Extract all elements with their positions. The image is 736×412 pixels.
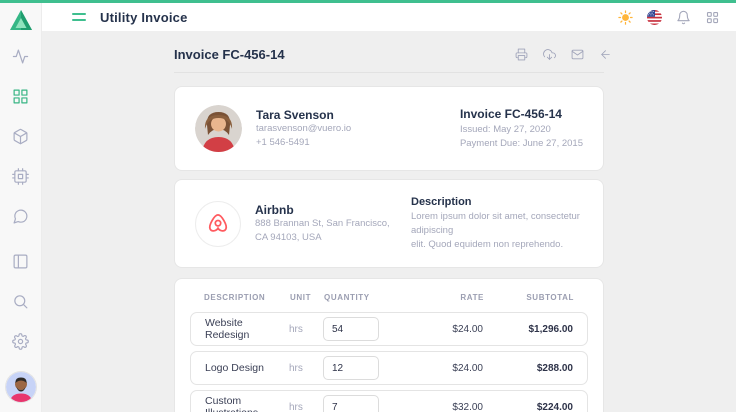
company-address-line1: 888 Brannan St, San Francisco, — [255, 217, 390, 231]
line-items-card: DESCRIPTION UNIT QUANTITY RATE SUBTOTAL … — [174, 278, 604, 412]
customer-name: Tara Svenson — [256, 108, 351, 122]
company-name: Airbnb — [255, 203, 390, 217]
mail-icon[interactable] — [571, 48, 584, 61]
item-unit: hrs — [289, 363, 323, 374]
top-accent-line — [0, 0, 736, 3]
item-subtotal: $224.00 — [483, 402, 573, 412]
us-flag-icon[interactable] — [646, 9, 662, 25]
topbar: Utility Invoice — [42, 3, 736, 31]
search-icon[interactable] — [12, 292, 30, 310]
col-header-unit: UNIT — [290, 293, 324, 302]
table-row: Custom Illustrations hrs $32.00 $224.00 — [190, 390, 588, 412]
customer-email: tarasvenson@vuero.io — [256, 122, 351, 136]
sidebar-top-group — [12, 47, 30, 225]
quantity-input[interactable] — [323, 356, 379, 380]
activity-icon[interactable] — [12, 47, 30, 65]
printer-icon[interactable] — [515, 48, 528, 61]
cpu-icon[interactable] — [12, 167, 30, 185]
cloud-download-icon[interactable] — [543, 48, 556, 61]
invoice-title: Invoice FC-456-14 — [174, 47, 285, 62]
item-unit: hrs — [289, 324, 323, 335]
dashboard-grid-icon[interactable] — [12, 87, 30, 105]
arrow-left-icon[interactable] — [599, 48, 612, 61]
invoice-page-header: Invoice FC-456-14 — [174, 41, 604, 73]
panel-icon[interactable] — [12, 252, 30, 270]
sun-icon[interactable] — [617, 9, 633, 25]
company-card: Airbnb 888 Brannan St, San Francisco, CA… — [174, 179, 604, 268]
topbar-actions — [617, 9, 720, 25]
item-rate: $24.00 — [413, 363, 483, 374]
item-rate: $32.00 — [413, 402, 483, 412]
item-description: Custom Illustrations — [205, 395, 289, 412]
bell-icon[interactable] — [675, 9, 691, 25]
chat-icon[interactable] — [12, 207, 30, 225]
sidebar — [0, 3, 42, 412]
col-header-quantity: QUANTITY — [324, 293, 414, 302]
page-title: Utility Invoice — [100, 10, 188, 25]
item-subtotal: $288.00 — [483, 363, 573, 374]
company-address-line2: CA 94103, USA — [255, 231, 390, 245]
description-line2: elit. Quod equidem non reprehendo. — [411, 238, 583, 252]
apps-grid-icon[interactable] — [704, 9, 720, 25]
airbnb-logo-icon — [195, 201, 241, 247]
table-header-row: DESCRIPTION UNIT QUANTITY RATE SUBTOTAL — [190, 291, 588, 312]
app-logo-icon[interactable] — [9, 9, 33, 31]
quantity-input[interactable] — [323, 317, 379, 341]
col-header-rate: RATE — [414, 293, 484, 302]
item-unit: hrs — [289, 402, 323, 412]
item-rate: $24.00 — [413, 324, 483, 335]
sidebar-bottom-group — [6, 252, 36, 412]
invoice-actions — [515, 48, 612, 61]
col-header-subtotal: SUBTOTAL — [484, 293, 574, 302]
description-line1: Lorem ipsum dolor sit amet, consectetur … — [411, 210, 583, 238]
menu-toggle-icon[interactable] — [72, 11, 88, 23]
invoice-due-date: Payment Due: June 27, 2015 — [460, 137, 583, 151]
item-description: Logo Design — [205, 362, 289, 374]
item-subtotal: $1,296.00 — [483, 324, 573, 335]
table-row: Website Redesign hrs $24.00 $1,296.00 — [190, 312, 588, 346]
description-title: Description — [411, 196, 583, 208]
user-avatar[interactable] — [6, 372, 36, 402]
col-header-description: DESCRIPTION — [204, 293, 290, 302]
invoice-number: Invoice FC-456-14 — [460, 107, 583, 121]
cube-icon[interactable] — [12, 127, 30, 145]
quantity-input[interactable] — [323, 395, 379, 412]
customer-photo — [195, 105, 242, 152]
gear-icon[interactable] — [12, 332, 30, 350]
item-description: Website Redesign — [205, 317, 289, 341]
customer-card: Tara Svenson tarasvenson@vuero.io +1 546… — [174, 86, 604, 171]
invoice-issued-date: Issued: May 27, 2020 — [460, 123, 583, 137]
customer-phone: +1 546-5491 — [256, 136, 351, 150]
main-content: Invoice FC-456-14 — [42, 31, 736, 412]
table-row: Logo Design hrs $24.00 $288.00 — [190, 351, 588, 385]
